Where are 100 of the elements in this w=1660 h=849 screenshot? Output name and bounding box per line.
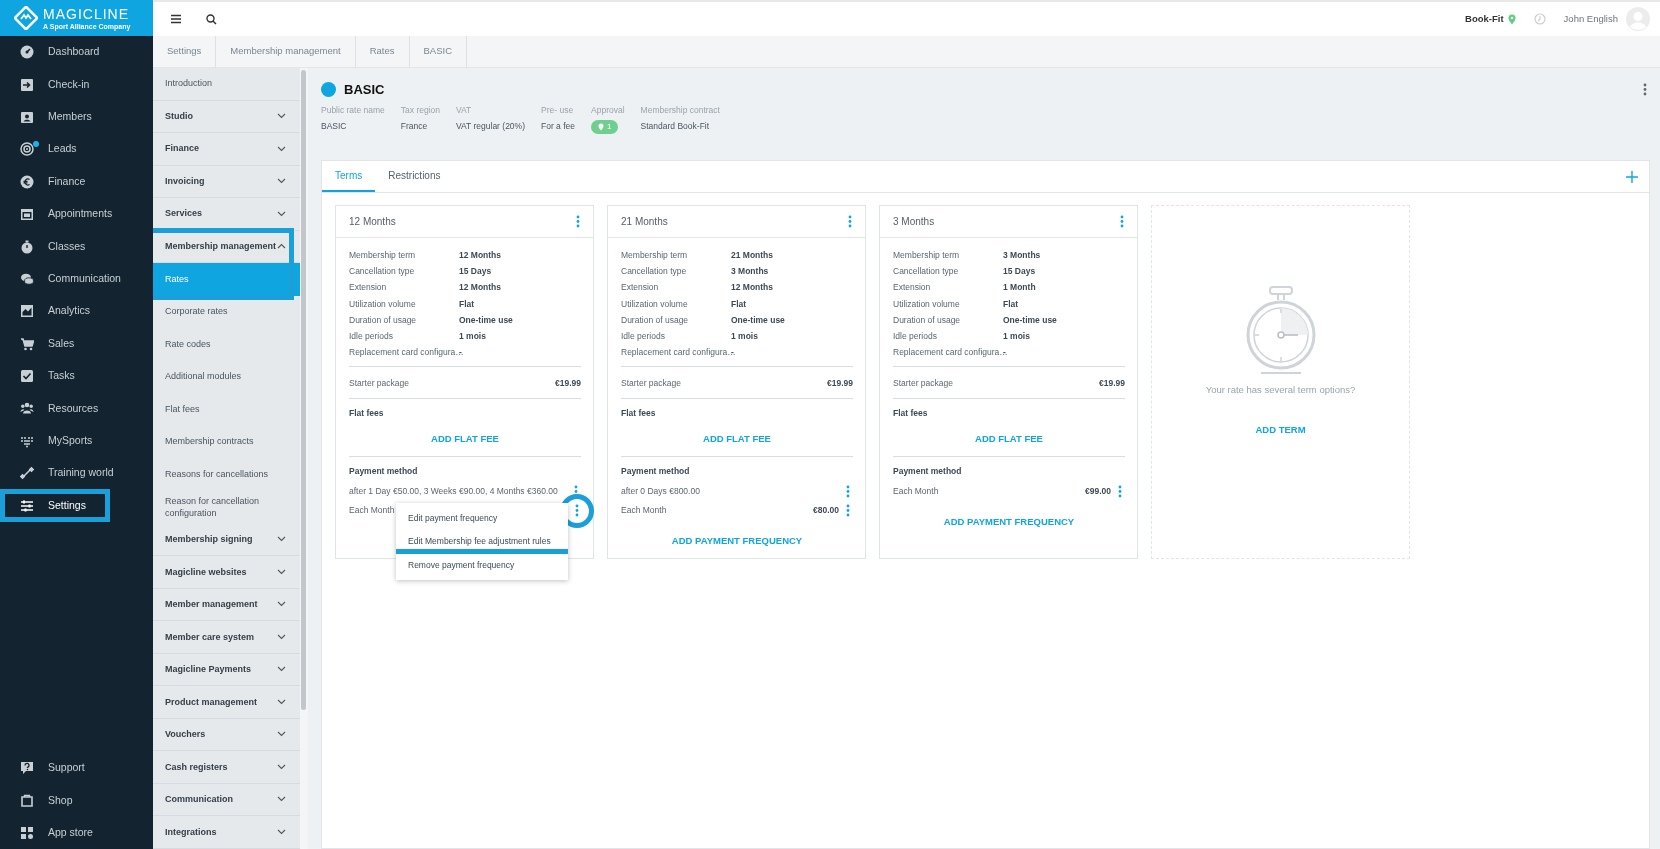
- chevron-down-icon: [277, 633, 286, 640]
- nav-item[interactable]: Shop: [0, 784, 153, 817]
- detail-label: Membership term: [621, 249, 689, 262]
- payment-frequency: Each Month: [349, 504, 395, 518]
- group-label: Cash registers: [165, 760, 228, 774]
- field-value: Standard Book-Fit: [640, 120, 711, 133]
- kebab-icon: [846, 504, 850, 518]
- search-icon: [206, 13, 217, 25]
- nav-item[interactable]: Dashboard: [0, 36, 153, 69]
- settings-menu-item[interactable]: Reasons for cancellations: [153, 458, 300, 491]
- detail-label: Idle periods: [893, 330, 938, 343]
- nav-item[interactable]: Members: [0, 100, 153, 134]
- field-label: VAT: [456, 103, 473, 117]
- area-chart-icon: [20, 304, 34, 319]
- nav-item[interactable]: MySports: [0, 424, 153, 458]
- price: €99.00: [1085, 485, 1111, 499]
- breadcrumb-item: BASIC: [409, 35, 468, 68]
- settings-menu-item[interactable]: Flat fees: [153, 393, 300, 426]
- detail-label: Utilization volume: [349, 297, 417, 311]
- section-title: Payment method: [621, 465, 691, 479]
- chevron-down-icon: [277, 210, 286, 217]
- group-label: Invoicing: [165, 174, 205, 188]
- nav-item[interactable]: Support: [0, 751, 153, 785]
- detail-value: 15 Days: [1003, 265, 1036, 279]
- field-value: France: [400, 120, 429, 133]
- more-button[interactable]: [560, 493, 594, 528]
- menu-icon: [170, 14, 182, 24]
- kebab-icon: [848, 215, 852, 228]
- settings-menu-item[interactable]: Rate codes: [153, 328, 300, 361]
- detail-value: One-time use: [1003, 313, 1057, 327]
- detail-value: 3 Months: [1003, 249, 1041, 262]
- kebab-icon: [846, 485, 850, 499]
- detail-value: 12 Months: [459, 249, 502, 262]
- payment-frequency: after 1 Day €50.00, 3 Weeks €90.00, 4 Months €360.00: [349, 485, 558, 499]
- section-title: Flat fees: [893, 407, 929, 421]
- menu-item[interactable]: Edit Membership fee adjustment rules: [396, 529, 568, 554]
- group-label: Finance: [165, 142, 199, 156]
- breadcrumb-item[interactable]: Membership management: [216, 35, 356, 68]
- card-title: 3 Months: [893, 215, 935, 229]
- detail-label: Cancellation type: [349, 265, 416, 279]
- settings-menu-item[interactable]: Reason for cancellation configuration: [153, 490, 300, 524]
- group-label: Vouchers: [165, 728, 206, 741]
- detail-value: One-time use: [731, 313, 785, 327]
- detail-value: 1 Month: [1003, 281, 1036, 295]
- scrollbar-thumb[interactable]: [301, 70, 306, 710]
- breadcrumb-item[interactable]: Rates: [355, 35, 410, 68]
- group-label: Magicline Payments: [165, 663, 252, 676]
- user-name[interactable]: John English: [1563, 11, 1618, 27]
- kebab-icon: [575, 504, 579, 518]
- nav-item[interactable]: Appointments: [0, 197, 153, 231]
- shopping-bag-icon: [20, 793, 34, 808]
- nav-item[interactable]: Settings: [0, 489, 110, 522]
- nav-item[interactable]: Communication: [0, 262, 153, 296]
- settings-menu-item[interactable]: Corporate rates: [153, 295, 300, 328]
- nav-item[interactable]: Leads: [0, 133, 153, 166]
- nav-item[interactable]: Analytics: [0, 295, 153, 328]
- detail-label: Duration of usage: [893, 313, 962, 327]
- detail-label: Extension: [893, 281, 932, 295]
- field-label: Membership contract: [640, 103, 720, 117]
- question-bubble-icon: [20, 761, 34, 775]
- chevron-up-icon: [277, 243, 286, 250]
- rate-title: BASIC: [344, 81, 385, 99]
- group-label: Member care system: [165, 630, 255, 644]
- field-value: BASIC: [321, 120, 348, 133]
- detail-label: Duration of usage: [621, 313, 690, 327]
- settings-menu-item[interactable]: Membership contracts: [153, 425, 300, 458]
- settings-menu-item[interactable]: Additional modules: [153, 360, 300, 393]
- empty-state-text: Your rate has several term options?: [1205, 382, 1356, 397]
- studio-name[interactable]: Book-Fit: [1465, 11, 1504, 27]
- detail-value: 1 mois: [459, 330, 486, 343]
- nav-item[interactable]: Check-in: [0, 68, 153, 101]
- nav-item[interactable]: Training world: [0, 457, 153, 490]
- detail-label: Cancellation type: [621, 265, 688, 279]
- chat-bubbles-icon: [20, 271, 34, 286]
- nav-item[interactable]: Resources: [0, 392, 153, 425]
- chevron-down-icon: [277, 178, 286, 185]
- tab[interactable]: Restrictions: [375, 161, 454, 192]
- nav-item[interactable]: Finance: [0, 165, 153, 198]
- price: €19.99: [1099, 376, 1125, 390]
- detail-value: 1 mois: [1003, 330, 1030, 343]
- nav-item[interactable]: Tasks: [0, 359, 153, 393]
- detail-value: 12 Months: [731, 281, 774, 295]
- section-title: Payment method: [349, 465, 419, 479]
- nav-item[interactable]: Sales: [0, 327, 153, 360]
- calendar-icon: [20, 207, 34, 222]
- detail-label: Membership term: [349, 249, 417, 262]
- detail-value: Flat: [731, 297, 747, 311]
- clock-icon[interactable]: [1533, 13, 1546, 25]
- cart-icon: [20, 336, 34, 351]
- nav-item[interactable]: App store: [0, 816, 153, 849]
- nav-item[interactable]: Classes: [0, 230, 153, 263]
- chevron-down-icon: [277, 536, 286, 543]
- detail-label: Cancellation type: [893, 265, 960, 279]
- breadcrumb-item[interactable]: Settings: [153, 35, 217, 68]
- group-label: Membership management: [165, 239, 277, 253]
- kebab-icon: [1118, 485, 1122, 499]
- detail-label: Idle periods: [349, 330, 394, 343]
- menu-item[interactable]: Edit payment frequency: [396, 507, 568, 530]
- menu-item[interactable]: Remove payment frequency: [396, 553, 568, 577]
- badge-count: 1: [607, 121, 612, 134]
